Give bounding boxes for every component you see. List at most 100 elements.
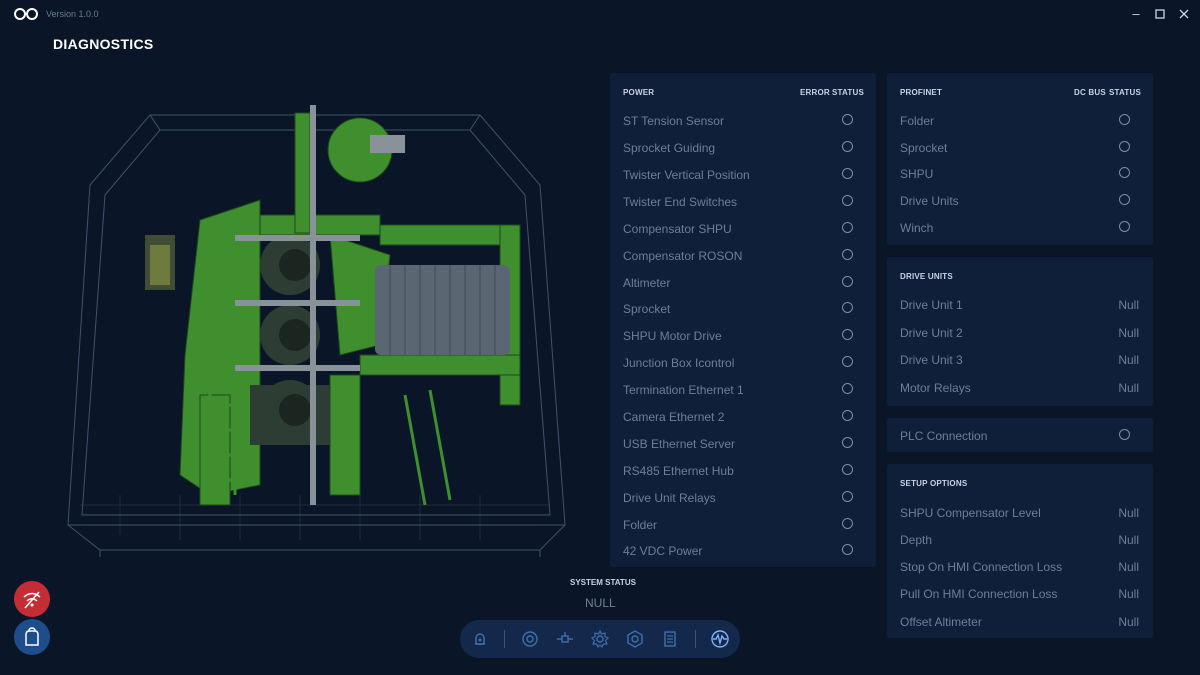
drive-unit-value: Null (1118, 298, 1139, 312)
status-indicator (842, 222, 853, 233)
power-status-header: STATUS (832, 88, 865, 97)
target-icon[interactable] (520, 629, 540, 649)
drive-unit-value: Null (1118, 353, 1139, 367)
close-icon (1179, 9, 1189, 19)
status-indicator (1119, 114, 1130, 125)
profinet-item-label: Drive Units (900, 194, 959, 208)
app-version: Version 1.0.0 (46, 9, 99, 19)
power-item-label: Drive Unit Relays (623, 491, 716, 505)
status-indicator (842, 356, 853, 367)
power-item-label: Twister End Switches (623, 195, 738, 209)
waveform-icon[interactable] (710, 629, 730, 649)
title-bar: Version 1.0.0 – (0, 0, 1200, 28)
status-indicator (842, 276, 853, 287)
close-button[interactable] (1176, 6, 1192, 22)
power-item-label: Sprocket (623, 302, 671, 316)
bottom-navigation (460, 620, 740, 658)
status-indicator (842, 410, 853, 421)
plc-panel: PLC Connection (887, 418, 1153, 452)
setup-option-label: Offset Altimeter (900, 615, 982, 629)
status-indicator (1119, 141, 1130, 152)
setup-option-value: Null (1118, 533, 1139, 547)
status-indicator (842, 302, 853, 313)
power-item-label: RS485 Ethernet Hub (623, 464, 734, 478)
setup-options-heading: SETUP OPTIONS (900, 479, 968, 488)
status-indicator (842, 249, 853, 260)
power-item-label: ST Tension Sensor (623, 114, 724, 128)
setup-option-value: Null (1118, 560, 1139, 574)
drive-units-heading: DRIVE UNITS (900, 272, 953, 281)
power-item-label: Altimeter (623, 276, 671, 290)
power-heading: POWER (623, 88, 655, 97)
status-indicator (842, 141, 853, 152)
page-title: DIAGNOSTICS (53, 36, 154, 52)
status-indicator (842, 329, 853, 340)
status-indicator (1119, 429, 1130, 440)
status-indicator (842, 114, 853, 125)
drive-unit-label: Drive Unit 3 (900, 353, 963, 367)
bell-icon[interactable] (470, 629, 490, 649)
minimize-button[interactable]: – (1128, 6, 1144, 22)
maximize-button[interactable] (1152, 6, 1168, 22)
profinet-item-label: SHPU (900, 167, 934, 181)
nav-divider (695, 630, 696, 648)
power-item-label: Compensator ROSON (623, 249, 743, 263)
plc-connection-label: PLC Connection (900, 429, 988, 443)
drone-icon[interactable] (555, 629, 575, 649)
power-item-label: Camera Ethernet 2 (623, 410, 725, 424)
settings-alt-icon[interactable] (625, 629, 645, 649)
setup-option-label: Depth (900, 533, 933, 547)
power-item-label: Termination Ethernet 1 (623, 383, 744, 397)
nav-divider (504, 630, 505, 648)
bag-icon (25, 627, 39, 646)
system-status-label: SYSTEM STATUS (570, 578, 636, 587)
status-indicator (842, 168, 853, 179)
status-indicator (842, 464, 853, 475)
profinet-status-header: STATUS (1109, 88, 1142, 97)
logo-icon (14, 8, 38, 20)
setup-option-label: SHPU Compensator Level (900, 506, 1041, 520)
status-indicator (1119, 167, 1130, 178)
power-item-label: USB Ethernet Server (623, 437, 736, 451)
drive-units-panel: DRIVE UNITS Drive Unit 1 Null Drive Unit… (887, 257, 1153, 406)
status-indicator (842, 437, 853, 448)
machine-3d-view (67, 105, 566, 557)
setup-option-label: Pull On HMI Connection Loss (900, 587, 1058, 601)
bag-button[interactable] (14, 619, 50, 655)
document-icon[interactable] (660, 629, 680, 649)
wifi-off-icon (23, 591, 41, 609)
power-item-label: Sprocket Guiding (623, 141, 716, 155)
drive-unit-value: Null (1118, 326, 1139, 340)
profinet-panel: PROFINET DC BUS STATUS Folder Sprocket S… (887, 73, 1153, 245)
profinet-item-label: Folder (900, 114, 935, 128)
setup-option-value: Null (1118, 615, 1139, 629)
power-item-label: 42 VDC Power (623, 544, 703, 558)
setup-option-label: Stop On HMI Connection Loss (900, 560, 1063, 574)
setup-option-value: Null (1118, 587, 1139, 601)
setup-option-value: Null (1118, 506, 1139, 520)
power-item-label: Twister Vertical Position (623, 168, 750, 182)
profinet-heading: PROFINET (900, 88, 943, 97)
drive-unit-label: Drive Unit 2 (900, 326, 963, 340)
power-item-label: Junction Box Icontrol (623, 356, 735, 370)
wifi-off-button[interactable] (14, 581, 50, 617)
status-indicator (842, 518, 853, 529)
power-panel: POWER ERROR STATUS ST Tension Sensor Spr… (610, 73, 876, 567)
status-indicator (842, 491, 853, 502)
gear-icon[interactable] (590, 629, 610, 649)
drive-unit-value: Null (1118, 381, 1139, 395)
status-indicator (1119, 194, 1130, 205)
system-status-value: NULL (585, 596, 616, 610)
status-indicator (1119, 221, 1130, 232)
profinet-item-label: Sprocket (900, 141, 948, 155)
power-error-header: ERROR (800, 88, 830, 97)
drive-unit-label: Motor Relays (900, 381, 971, 395)
status-indicator (842, 544, 853, 555)
power-item-label: SHPU Motor Drive (623, 329, 722, 343)
power-item-label: Compensator SHPU (623, 222, 732, 236)
maximize-icon (1155, 9, 1165, 19)
power-item-label: Folder (623, 518, 658, 532)
drive-unit-label: Drive Unit 1 (900, 298, 963, 312)
status-indicator (842, 195, 853, 206)
setup-options-panel: SETUP OPTIONS SHPU Compensator Level Nul… (887, 464, 1153, 638)
